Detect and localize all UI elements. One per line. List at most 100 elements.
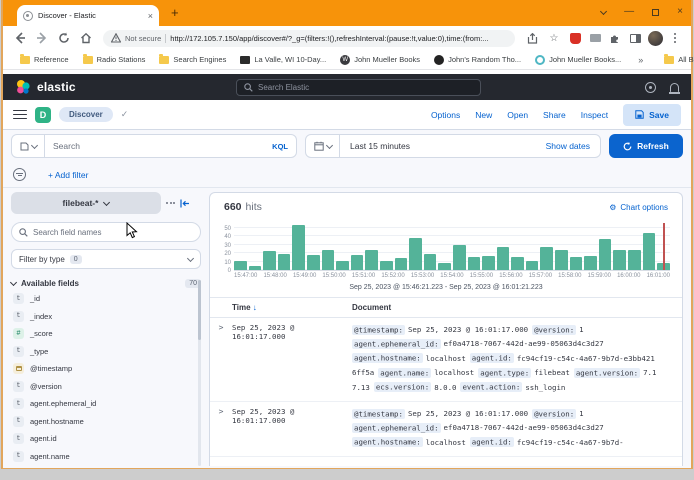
- time-column-header[interactable]: Time ↓: [210, 303, 352, 312]
- bookmark-item[interactable]: John Mueller Books...: [528, 55, 628, 65]
- histogram-bar[interactable]: [453, 245, 466, 270]
- field-list-item[interactable]: t@version: [11, 378, 201, 396]
- field-list-item[interactable]: t_type: [11, 343, 201, 361]
- field-list-item[interactable]: tagent.id: [11, 430, 201, 448]
- calendar-menu-button[interactable]: [306, 135, 340, 157]
- histogram-bar[interactable]: [380, 261, 393, 270]
- browser-menu-kebab-icon[interactable]: [667, 30, 683, 46]
- field-list-item[interactable]: tagent.ephemeral_id: [11, 395, 201, 413]
- histogram-bar[interactable]: [628, 250, 641, 270]
- doc-field-name[interactable]: agent.version:: [574, 368, 640, 378]
- available-fields-header[interactable]: Available fields 70: [11, 279, 201, 288]
- doc-field-name[interactable]: agent.ephemeral_id:: [352, 339, 441, 349]
- histogram-bar[interactable]: [540, 247, 553, 270]
- tab-search-chevron-icon[interactable]: [600, 7, 607, 14]
- bookmarks-overflow-chevron[interactable]: »: [632, 55, 649, 65]
- address-bar[interactable]: Not secure http://172.105.7.150/app/disc…: [103, 30, 515, 47]
- alerts-icon[interactable]: [670, 83, 679, 92]
- doc-field-name[interactable]: agent.type:: [478, 368, 531, 378]
- save-button[interactable]: Save: [623, 104, 681, 126]
- histogram-bar[interactable]: [643, 233, 656, 270]
- doc-field-name[interactable]: event.action:: [460, 382, 522, 392]
- open-button[interactable]: Open: [507, 110, 528, 120]
- space-badge[interactable]: D: [35, 107, 51, 123]
- maximize-button[interactable]: [652, 9, 659, 16]
- profile-avatar[interactable]: [647, 30, 663, 46]
- doc-field-name[interactable]: agent.id:: [470, 353, 514, 363]
- bookmark-item[interactable]: John's Random Tho...: [427, 55, 528, 65]
- extension-shield-icon[interactable]: [567, 30, 583, 46]
- kql-label[interactable]: KQL: [272, 142, 288, 151]
- bookmark-item[interactable]: Radio Stations: [76, 55, 153, 64]
- doc-field-name[interactable]: ecs.version:: [374, 382, 431, 392]
- histogram-bar[interactable]: [278, 254, 291, 270]
- histogram-bar[interactable]: [555, 250, 568, 270]
- histogram-bar[interactable]: [424, 254, 437, 270]
- histogram-bar[interactable]: [263, 251, 276, 270]
- histogram-bar[interactable]: [526, 261, 539, 270]
- forward-button[interactable]: [33, 29, 51, 47]
- histogram-bar[interactable]: [584, 256, 597, 270]
- doc-field-name[interactable]: @timestamp:: [352, 409, 405, 419]
- histogram-bar[interactable]: [482, 256, 495, 270]
- back-button[interactable]: [11, 29, 29, 47]
- filter-menu-icon[interactable]: [13, 168, 26, 181]
- all-bookmarks-button[interactable]: All Bookmarks: [657, 55, 694, 64]
- histogram-bar[interactable]: [570, 257, 583, 270]
- help-icon[interactable]: [645, 82, 656, 93]
- collapse-sidebar-icon[interactable]: [180, 199, 190, 208]
- menu-hamburger-icon[interactable]: [13, 110, 27, 120]
- field-list-item[interactable]: @timestamp: [11, 360, 201, 378]
- histogram-bar[interactable]: [409, 238, 422, 270]
- new-button[interactable]: New: [475, 110, 492, 120]
- minimize-button[interactable]: —: [624, 7, 634, 17]
- bookmark-item[interactable]: Search Engines: [152, 55, 233, 64]
- field-list-item[interactable]: tagent.name: [11, 448, 201, 466]
- field-list-item[interactable]: t_id: [11, 290, 201, 308]
- field-list-item[interactable]: t_index: [11, 308, 201, 326]
- histogram-bar[interactable]: [395, 258, 408, 270]
- filter-by-type-select[interactable]: Filter by type 0: [11, 249, 201, 269]
- doc-field-name[interactable]: agent.ephemeral_id:: [352, 423, 441, 433]
- tab-close-icon[interactable]: ×: [148, 11, 153, 21]
- doc-field-name[interactable]: @timestamp:: [352, 325, 405, 335]
- bookmark-item[interactable]: Reference: [13, 55, 76, 64]
- share-icon[interactable]: [523, 29, 541, 47]
- histogram-bar[interactable]: [336, 261, 349, 270]
- histogram-bar[interactable]: [438, 263, 451, 270]
- add-filter-link[interactable]: + Add filter: [48, 170, 88, 180]
- histogram-bar[interactable]: [234, 261, 247, 270]
- histogram-bar[interactable]: [307, 255, 320, 270]
- time-range-value[interactable]: Last 15 minutes: [340, 141, 536, 151]
- bookmark-item[interactable]: La Valle, WI 10-Day...: [233, 55, 333, 64]
- options-button[interactable]: Options: [431, 110, 460, 120]
- sort-descending-icon[interactable]: ↓: [253, 303, 257, 312]
- doc-field-name[interactable]: agent.hostname:: [352, 437, 423, 447]
- global-search-input[interactable]: Search Elastic: [236, 79, 481, 96]
- histogram-bar[interactable]: [292, 225, 305, 270]
- side-panel-icon[interactable]: [627, 30, 643, 46]
- home-button[interactable]: [77, 29, 95, 47]
- field-list-item[interactable]: #_score: [11, 325, 201, 343]
- reload-button[interactable]: [55, 29, 73, 47]
- elastic-logo[interactable]: elastic: [15, 79, 76, 95]
- share-button[interactable]: Share: [543, 110, 566, 120]
- doc-field-name[interactable]: agent.id:: [470, 437, 514, 447]
- histogram-bar[interactable]: [497, 247, 510, 270]
- browser-tab[interactable]: Discover - Elastic ×: [17, 5, 159, 26]
- histogram-bar[interactable]: [599, 239, 612, 270]
- close-window-button[interactable]: ×: [677, 7, 683, 17]
- doc-field-name[interactable]: @version:: [532, 409, 576, 419]
- url-text[interactable]: http://172.105.7.150/app/discover#/?_g=(…: [170, 34, 488, 43]
- breadcrumb-discover[interactable]: Discover: [59, 107, 113, 122]
- chart-options-button[interactable]: ⚙ Chart options: [609, 203, 668, 212]
- field-list-item[interactable]: tagent.hostname: [11, 413, 201, 431]
- histogram-bar[interactable]: [351, 255, 364, 270]
- extension-cast-icon[interactable]: [587, 30, 603, 46]
- show-dates-link[interactable]: Show dates: [536, 141, 600, 151]
- histogram-bar[interactable]: [468, 257, 481, 270]
- sidebar-scrollbar[interactable]: [198, 280, 201, 466]
- new-tab-button[interactable]: +: [171, 6, 179, 19]
- histogram-bar[interactable]: [249, 266, 262, 270]
- bookmark-star-icon[interactable]: ☆: [545, 29, 563, 47]
